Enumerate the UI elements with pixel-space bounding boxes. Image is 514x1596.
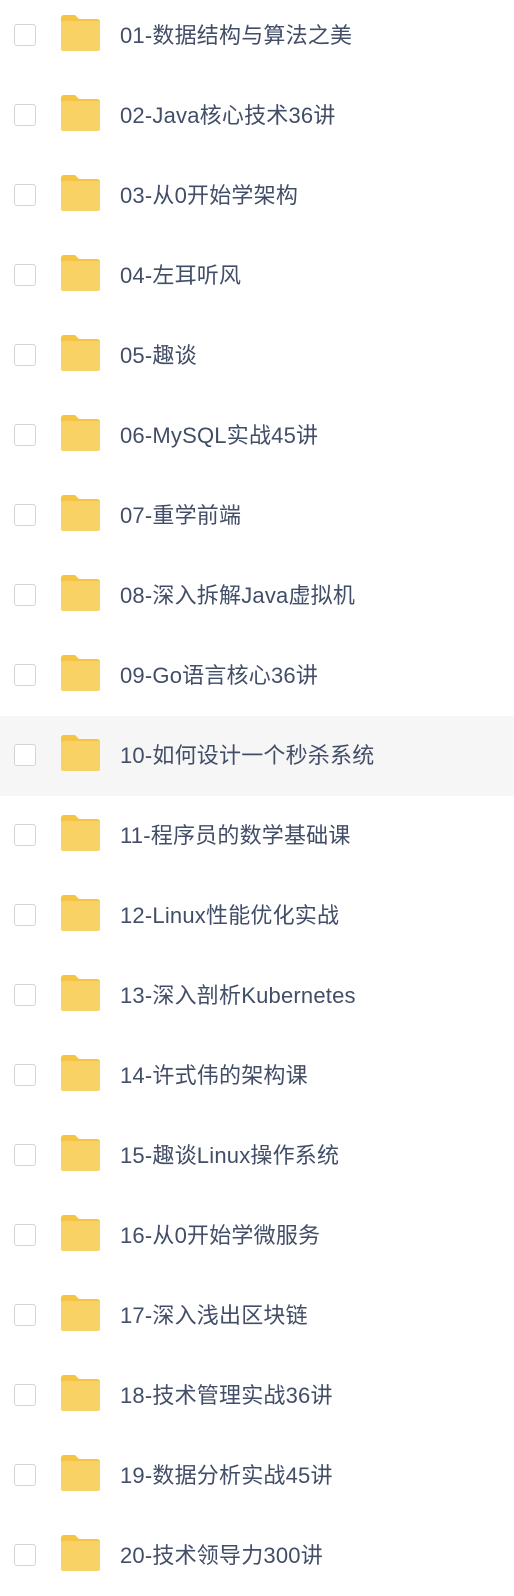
row-checkbox[interactable] (14, 184, 36, 206)
file-name[interactable]: 07-重学前端 (120, 502, 241, 530)
file-row[interactable]: 18-技术管理实战36讲 (0, 1356, 514, 1436)
file-row[interactable]: 19-数据分析实战45讲 (0, 1436, 514, 1516)
folder-icon (60, 14, 101, 52)
folder-icon (60, 1294, 101, 1332)
file-name[interactable]: 15-趣谈Linux操作系统 (120, 1142, 339, 1170)
file-name[interactable]: 12-Linux性能优化实战 (120, 902, 339, 930)
folder-icon (60, 334, 101, 372)
file-row[interactable]: 03-从0开始学架构 (0, 156, 514, 236)
file-name[interactable]: 06-MySQL实战45讲 (120, 422, 318, 450)
file-row[interactable]: 10-如何设计一个秒杀系统 (0, 716, 514, 796)
row-checkbox[interactable] (14, 1384, 36, 1406)
folder-icon (60, 414, 101, 452)
folder-icon (60, 494, 101, 532)
row-checkbox[interactable] (14, 1304, 36, 1326)
file-row[interactable]: 05-趣谈 (0, 316, 514, 396)
row-checkbox[interactable] (14, 664, 36, 686)
folder-icon (60, 174, 101, 212)
file-row[interactable]: 20-技术领导力300讲 (0, 1516, 514, 1596)
file-name[interactable]: 01-数据结构与算法之美 (120, 22, 352, 50)
row-checkbox[interactable] (14, 1144, 36, 1166)
file-row[interactable]: 12-Linux性能优化实战 (0, 876, 514, 956)
file-row[interactable]: 07-重学前端 (0, 476, 514, 556)
file-name[interactable]: 02-Java核心技术36讲 (120, 102, 336, 130)
row-checkbox[interactable] (14, 504, 36, 526)
file-row[interactable]: 09-Go语言核心36讲 (0, 636, 514, 716)
folder-icon (60, 1374, 101, 1412)
file-row[interactable]: 01-数据结构与算法之美 (0, 0, 514, 76)
folder-icon (60, 974, 101, 1012)
folder-icon (60, 1454, 101, 1492)
row-checkbox[interactable] (14, 744, 36, 766)
folder-icon (60, 254, 101, 292)
file-name[interactable]: 18-技术管理实战36讲 (120, 1382, 333, 1410)
row-checkbox[interactable] (14, 1544, 36, 1566)
file-row[interactable]: 08-深入拆解Java虚拟机 (0, 556, 514, 636)
file-row[interactable]: 02-Java核心技术36讲 (0, 76, 514, 156)
row-checkbox[interactable] (14, 1224, 36, 1246)
file-name[interactable]: 10-如何设计一个秒杀系统 (120, 742, 374, 770)
folder-icon (60, 814, 101, 852)
folder-icon (60, 94, 101, 132)
row-checkbox[interactable] (14, 1064, 36, 1086)
row-checkbox[interactable] (14, 904, 36, 926)
folder-icon (60, 654, 101, 692)
folder-icon (60, 1214, 101, 1252)
folder-icon (60, 1054, 101, 1092)
file-name[interactable]: 14-许式伟的架构课 (120, 1062, 308, 1090)
file-name[interactable]: 11-程序员的数学基础课 (120, 822, 351, 850)
file-row[interactable]: 15-趣谈Linux操作系统 (0, 1116, 514, 1196)
file-row[interactable]: 16-从0开始学微服务 (0, 1196, 514, 1276)
file-row[interactable]: 14-许式伟的架构课 (0, 1036, 514, 1116)
file-row[interactable]: 04-左耳听风 (0, 236, 514, 316)
row-checkbox[interactable] (14, 1464, 36, 1486)
file-name[interactable]: 16-从0开始学微服务 (120, 1222, 320, 1250)
file-name[interactable]: 17-深入浅出区块链 (120, 1302, 308, 1330)
folder-icon (60, 894, 101, 932)
file-name[interactable]: 09-Go语言核心36讲 (120, 662, 318, 690)
row-checkbox[interactable] (14, 344, 36, 366)
folder-icon (60, 574, 101, 612)
file-row[interactable]: 11-程序员的数学基础课 (0, 796, 514, 876)
file-row[interactable]: 13-深入剖析Kubernetes (0, 956, 514, 1036)
file-row[interactable]: 17-深入浅出区块链 (0, 1276, 514, 1356)
row-checkbox[interactable] (14, 264, 36, 286)
row-checkbox[interactable] (14, 424, 36, 446)
row-checkbox[interactable] (14, 584, 36, 606)
file-list: 01-数据结构与算法之美 02-Java核心技术36讲 03-从0开始学架构 0… (0, 0, 514, 1596)
file-name[interactable]: 05-趣谈 (120, 342, 197, 370)
file-name[interactable]: 04-左耳听风 (120, 262, 241, 290)
row-checkbox[interactable] (14, 104, 36, 126)
file-row[interactable]: 06-MySQL实战45讲 (0, 396, 514, 476)
file-name[interactable]: 19-数据分析实战45讲 (120, 1462, 333, 1490)
file-name[interactable]: 03-从0开始学架构 (120, 182, 298, 210)
folder-icon (60, 1534, 101, 1572)
row-checkbox[interactable] (14, 24, 36, 46)
folder-icon (60, 734, 101, 772)
row-checkbox[interactable] (14, 984, 36, 1006)
row-checkbox[interactable] (14, 824, 36, 846)
file-name[interactable]: 08-深入拆解Java虚拟机 (120, 582, 355, 610)
file-name[interactable]: 13-深入剖析Kubernetes (120, 982, 356, 1010)
folder-icon (60, 1134, 101, 1172)
